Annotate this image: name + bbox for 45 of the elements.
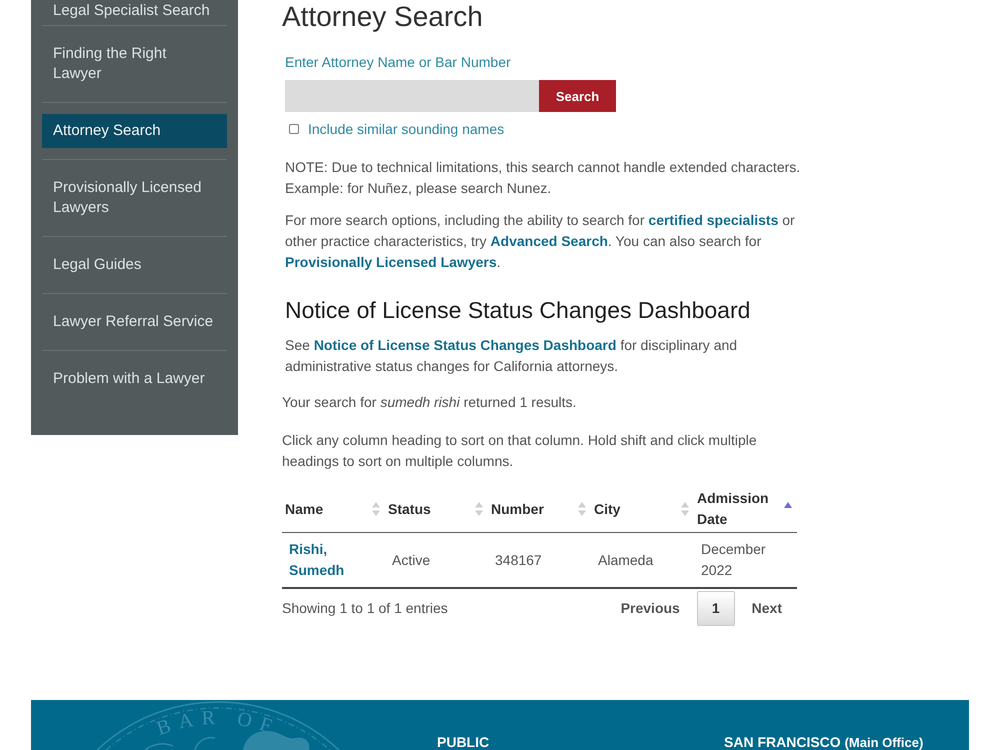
sidebar-item[interactable]: Attorney Search — [42, 114, 227, 148]
search-button[interactable]: Search — [539, 80, 616, 112]
seal-text: BAR OF — [154, 706, 282, 740]
inline-link[interactable]: Provisionally Licensed Lawyers — [285, 254, 497, 270]
checkbox-label[interactable]: Include similar sounding names — [308, 119, 504, 139]
table-cell: Alameda — [591, 532, 694, 588]
sort-icon[interactable] — [578, 502, 586, 516]
column-header[interactable]: Number — [491, 498, 544, 520]
table-info: Showing 1 to 1 of 1 entries — [282, 599, 448, 618]
page-button[interactable]: 1 — [696, 591, 735, 626]
footer-heading: PUBLIC — [437, 735, 490, 750]
sort-icon[interactable] — [475, 502, 483, 516]
sidebar-item[interactable]: Legal Guides — [42, 248, 227, 282]
table-cell: 348167 — [488, 532, 591, 588]
sidebar-item[interactable]: Provisionally Licensed Lawyers — [42, 171, 227, 225]
dashboard-paragraph: See Notice of License Status Changes Dashboard for disciplinary and administrative status changes for California attorneys. — [285, 336, 738, 376]
section-heading: Notice of License Status Changes Dashboard — [285, 296, 750, 325]
sidebar-item[interactable]: Legal Specialist Search — [42, 0, 227, 21]
inline-link[interactable]: Notice of License Status Changes Dashboard — [314, 337, 616, 353]
note-paragraph: NOTE: Due to technical limitations, this search cannot handle extended characters. Example: for Nuñez, please search Nunez. — [285, 158, 802, 198]
sort-ascending-icon[interactable] — [784, 502, 792, 508]
next-button[interactable]: Next — [736, 591, 797, 626]
column-header[interactable]: Status — [388, 498, 431, 520]
table-cell: December 2022 — [694, 532, 797, 588]
column-header[interactable]: City — [594, 498, 620, 520]
attorney-name-link[interactable]: Rishi, Sumedh — [289, 539, 378, 581]
search-field[interactable] — [285, 80, 539, 112]
column-header[interactable]: Admission Date — [697, 488, 784, 530]
sidebar-item[interactable]: Problem with a Lawyer — [42, 362, 227, 396]
column-header[interactable]: Name — [285, 498, 324, 520]
checkbox[interactable] — [289, 124, 299, 134]
search-label: Enter Attorney Name or Bar Number — [285, 53, 511, 72]
sidebar-item[interactable]: Lawyer Referral Service — [42, 305, 227, 339]
page-title: Attorney Search — [282, 0, 483, 34]
note-paragraph: For more search options, including the ability to search for certified specialists or other practice characteristics, try Advanced Search. You can also search for Provisionally Licensed Lawyers. — [285, 211, 796, 272]
sort-icon[interactable] — [372, 502, 380, 516]
previous-button[interactable]: Previous — [606, 591, 695, 626]
footer-heading: SAN FRANCISCO (Main Office) — [724, 735, 924, 750]
inline-link[interactable]: certified specialists — [648, 212, 778, 228]
table-cell: Active — [385, 532, 488, 588]
sidebar-item[interactable]: Finding the Right Lawyer — [42, 37, 227, 91]
inline-link[interactable]: Advanced Search — [490, 233, 608, 249]
sort-hint: Click any column heading to sort on that column. Hold shift and click multiple headings to sort on multiple columns. — [282, 431, 758, 471]
sort-icon[interactable] — [681, 502, 689, 516]
results-summary: Your search for sumedh rishi returned 1 results. — [282, 393, 578, 412]
